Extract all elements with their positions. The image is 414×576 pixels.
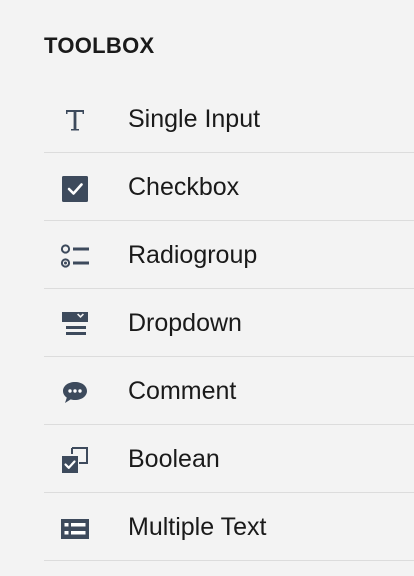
toolbox-item-label: Dropdown [128, 309, 242, 337]
toolbox-item-label: Checkbox [128, 173, 240, 201]
toolbox-item-multiple-text[interactable]: Multiple Text [44, 493, 414, 561]
toolbox-item-label: Comment [128, 377, 237, 405]
checkbox-icon [60, 173, 90, 203]
toolbox-item-radiogroup[interactable]: Radiogroup [44, 221, 414, 289]
toolbox-item-boolean[interactable]: Boolean [44, 425, 414, 493]
text-t-icon [60, 105, 90, 135]
radiogroup-icon [60, 241, 90, 271]
comment-bubble-icon [60, 377, 90, 407]
toolbox-item-single-input[interactable]: Single Input [44, 85, 414, 153]
toolbox-item-label: Single Input [128, 105, 261, 133]
toolbox-item-checkbox[interactable]: Checkbox [44, 153, 414, 221]
toolbox-item-dropdown[interactable]: Dropdown [44, 289, 414, 357]
toolbox-panel: TOOLBOX Single Input Checkbox Radiogroup… [0, 0, 414, 576]
dropdown-icon [60, 309, 90, 339]
toolbox-title: TOOLBOX [44, 33, 155, 58]
toolbox-item-label: Radiogroup [128, 241, 258, 269]
toolbox-item-label: Multiple Text [128, 513, 267, 541]
toolbox-item-comment[interactable]: Comment [44, 357, 414, 425]
multiple-text-icon [60, 513, 90, 543]
toolbox-item-label: Boolean [128, 445, 220, 473]
toolbox-list: Single Input Checkbox Radiogroup Dropdow… [44, 85, 414, 561]
boolean-icon [60, 445, 90, 475]
